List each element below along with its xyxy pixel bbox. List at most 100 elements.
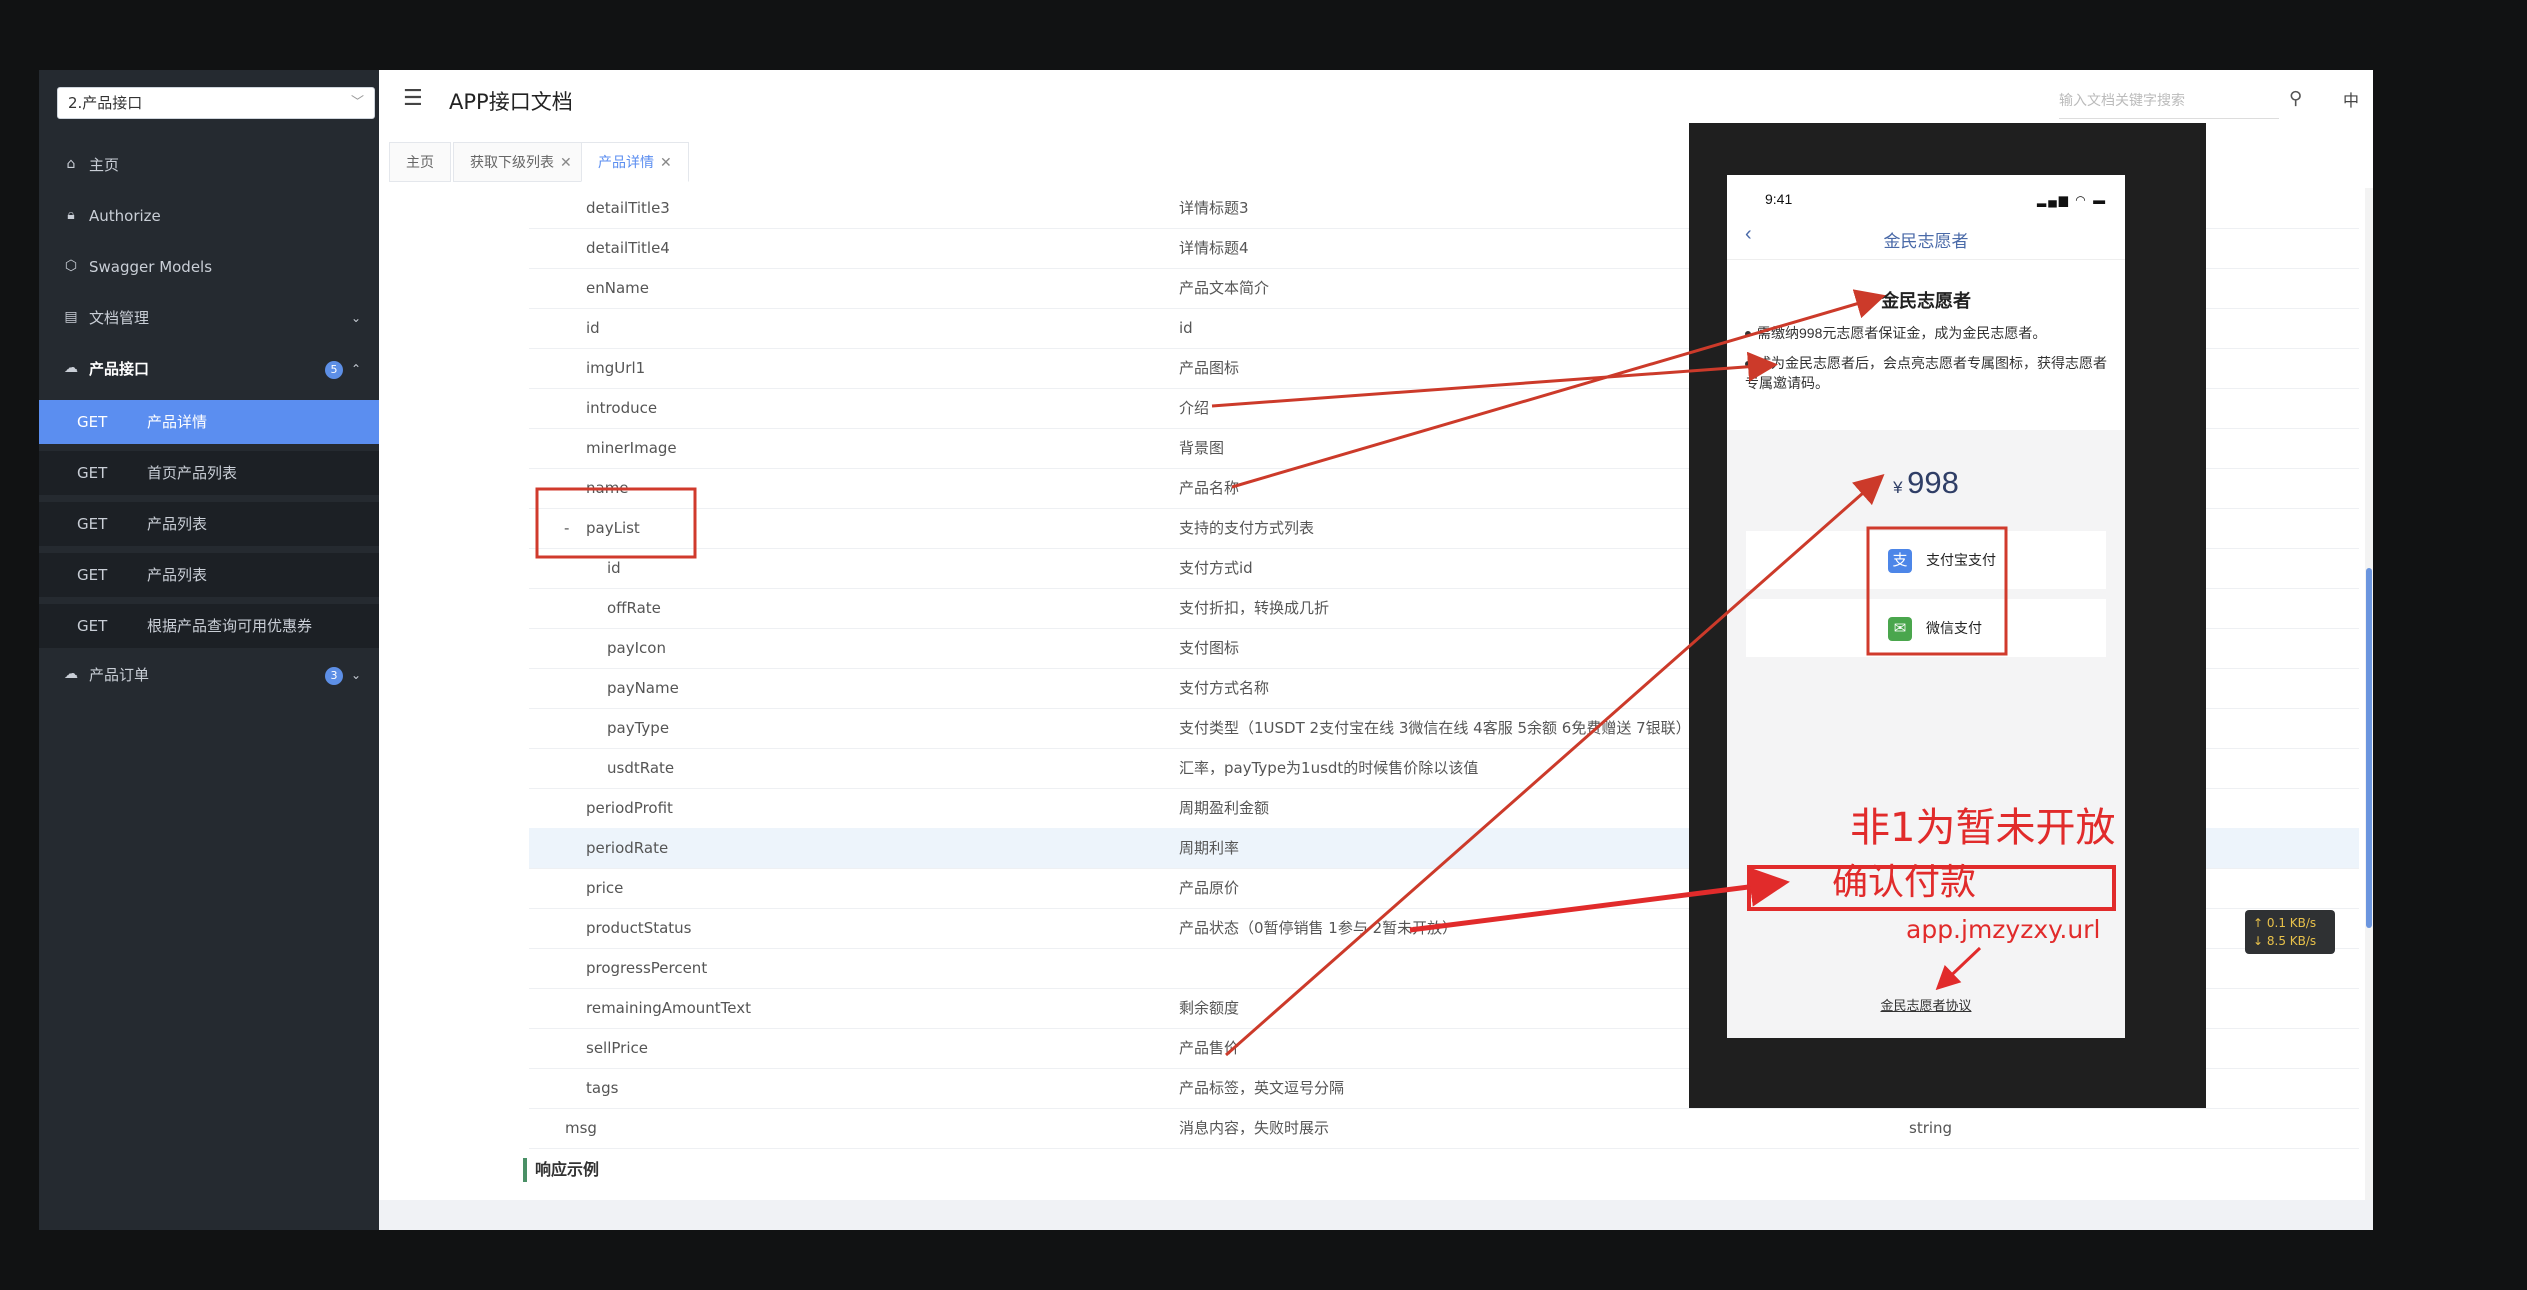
param-name: payList [586,519,640,537]
param-name: id [607,559,621,577]
group-select[interactable]: 2.产品接口 ﹀ [57,87,375,119]
price-amount: 998 [1907,465,1959,500]
param-name: remainingAmountText [586,999,752,1017]
sidebar-item-product-api[interactable]: ☁ 产品接口 5 ⌃ [39,349,379,389]
sidebar-subitem-home-product-list[interactable]: GET 首页产品列表 [39,451,379,495]
menu-fold-icon[interactable]: ☰ [403,88,425,110]
sidebar-item-doc-management[interactable]: ▤ 文档管理 ⌄ [39,298,379,338]
bullet-text: 需缴纳998元志愿者保证金，成为金民志愿者。 [1757,325,2047,341]
scrollbar-thumb[interactable] [2366,568,2372,928]
tab-subordinate-list[interactable]: 获取下级列表 ✕ [453,142,589,182]
param-desc: 周期盈利金额 [1179,799,1270,817]
annotation-not-open: 非1为暂未开放 [1850,805,2116,851]
param-name: periodRate [586,839,669,857]
sidebar-item-swagger-models[interactable]: ⬡ Swagger Models [39,247,379,287]
tab-product-detail[interactable]: 产品详情 ✕ [581,142,689,182]
sidebar-subitem-product-list[interactable]: GET 产品列表 [39,502,379,546]
upload-speed: ↑ 0.1 KB/s [2253,916,2317,930]
phone-time: 9:41 [1765,191,1793,207]
language-switch[interactable]: 中 [2343,87,2359,111]
http-method: GET [77,515,108,533]
param-name: progressPercent [586,959,708,977]
home-icon: ⌂ [66,156,76,172]
pay-option-wechat[interactable]: ✉ 微信支付 [1746,599,2106,657]
param-desc: 支付折扣，转换成几折 [1179,599,1330,617]
param-name: msg [565,1119,597,1137]
param-desc: 剩余额度 [1179,999,1240,1017]
scrollbar[interactable] [2365,188,2373,1200]
param-desc: 支付类型（1USDT 2支付宝在线 3微信在线 4客服 5余额 6免费赠送 7银… [1179,719,1691,737]
netspeed-widget: ↑ 0.1 KB/s ↓ 8.5 KB/s [2245,910,2335,954]
param-row: msg 消息内容，失败时展示 string [529,1108,2359,1149]
sidebar-item-label: 主页 [89,156,120,174]
param-desc: 周期利率 [1179,839,1240,857]
signal-wifi-battery-icon: ▂▄▆ ◠ ▬ [2037,193,2108,207]
param-desc: 详情标题4 [1179,239,1249,257]
param-desc: 产品图标 [1179,359,1240,377]
param-desc: 产品售价 [1179,1039,1240,1057]
pay-option-alipay[interactable]: 支 支付宝支付 [1746,531,2106,589]
phone-mock-screen: 9:41 ▂▄▆ ◠ ▬ ‹ 金民志愿者 金民志愿者 需缴纳998元志愿者保证金… [1727,175,2125,1038]
sidebar-item-product-orders[interactable]: ☁ 产品订单 3 ⌄ [39,655,379,695]
param-name: detailTitle4 [586,239,670,257]
param-name: sellPrice [586,1039,648,1057]
http-method: GET [77,464,108,482]
tab-label: 获取下级列表 [470,155,554,171]
cube-icon: ⬡ [64,258,78,274]
chevron-down-icon: ⌄ [350,668,361,682]
tab-label: 产品详情 [598,155,654,171]
param-desc: 产品名称 [1179,479,1240,497]
close-icon[interactable]: ✕ [660,155,672,171]
param-desc: 背景图 [1179,439,1225,457]
param-desc: 产品状态（0暂停销售 1参与 2暂未开放） [1179,919,1458,937]
cloud-icon: ☁ [64,360,78,376]
count-badge: 3 [325,667,343,685]
sidebar-item-label: Authorize [89,207,161,225]
param-desc: 支付方式id [1179,559,1253,577]
param-type: string [1909,1119,1953,1137]
sidebar-subitem-coupons[interactable]: GET 根据产品查询可用优惠券 [39,604,379,648]
sidebar-subitem-product-detail[interactable]: GET 产品详情 [39,400,379,444]
lock-icon: 🔒︎ [67,207,75,223]
param-name: imgUrl1 [586,359,646,377]
param-name: periodProfit [586,799,673,817]
param-name: offRate [607,599,661,617]
param-name: productStatus [586,919,692,937]
param-name: payIcon [607,639,666,657]
param-desc: 产品标签，英文逗号分隔 [1179,1079,1345,1097]
close-icon[interactable]: ✕ [560,155,572,171]
sidebar-item-label: Swagger Models [89,258,213,276]
param-name: detailTitle3 [586,199,670,217]
param-name: payType [607,719,670,737]
sidebar-item-home[interactable]: ⌂ 主页 [39,145,379,185]
sidebar-subitem-label: 产品详情 [147,413,208,431]
phone-nav-title: 金民志愿者 [1883,232,1969,251]
collapse-toggle[interactable]: - [564,518,569,538]
param-name: id [586,319,600,337]
param-name: tags [586,1079,619,1097]
phone-heading: 金民志愿者 [1881,291,1971,311]
divider [1727,259,2125,260]
response-example-title: 响应示例 [523,1158,599,1182]
annotation-confirm: 确认付款 [1832,862,1977,903]
count-badge: 5 [325,361,343,379]
phone-bullet: 需缴纳998元志愿者保证金，成为金民志愿者。 [1745,323,2115,343]
sidebar-item-label: 产品接口 [89,360,150,378]
agreement-link[interactable]: 金民志愿者协议 [1727,995,2125,1014]
param-name: name [586,479,629,497]
sidebar-item-authorize[interactable]: 🔒︎ Authorize [39,196,379,236]
param-desc: 产品文本简介 [1179,279,1270,297]
param-name: minerImage [586,439,677,457]
bullet-text: 成为金民志愿者后，会点亮志愿者专属图标，获得志愿者专属邀请码。 [1745,355,2107,391]
phone-intro-section: 9:41 ▂▄▆ ◠ ▬ ‹ 金民志愿者 金民志愿者 需缴纳998元志愿者保证金… [1727,175,2125,430]
search-input[interactable]: 输入文档关键字搜索 [2059,84,2279,119]
currency-symbol: ¥ [1893,478,1903,497]
download-speed: ↓ 8.5 KB/s [2253,934,2317,948]
param-desc: 消息内容，失败时展示 [1179,1119,1330,1137]
tab-home[interactable]: 主页 [389,142,451,182]
search-icon[interactable]: ⚲ [2289,88,2302,109]
sidebar-subitem-product-list-2[interactable]: GET 产品列表 [39,553,379,597]
sidebar-item-label: 产品订单 [89,666,150,684]
doc-icon: ▤ [64,309,78,325]
sidebar-subitem-label: 产品列表 [147,566,208,584]
